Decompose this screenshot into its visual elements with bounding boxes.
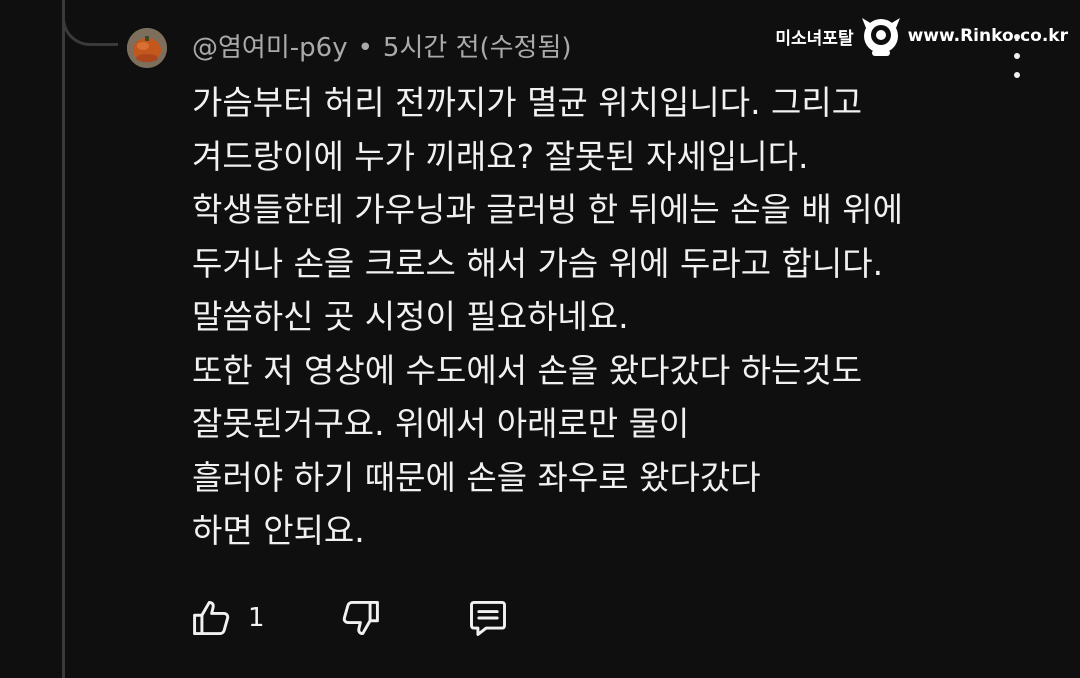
author-name[interactable]: @염여미-p6y xyxy=(192,33,348,63)
reply-button[interactable] xyxy=(466,596,510,640)
comment-line: 또한 저 영상에 수도에서 손을 왔다갔다 하는것도 xyxy=(192,350,863,390)
more-options-button[interactable] xyxy=(1006,34,1028,78)
comment-line: 겨드랑이에 누가 끼래요? 잘못된 자세입니다. xyxy=(192,136,809,176)
comment-line: 하면 안되요. xyxy=(192,511,365,550)
comment-body: 가슴부터 허리 전까지가 멸균 위치입니다. 그리고 겨드랑이에 누가 끼래요?… xyxy=(192,76,1052,558)
thread-line xyxy=(62,0,65,678)
comment-icon xyxy=(470,600,506,636)
avatar[interactable] xyxy=(127,28,167,68)
thumbs-up-icon xyxy=(193,600,230,636)
comment-line: 학생들한테 가우닝과 글러빙 한 뒤에는 손을 배 위에 xyxy=(192,190,903,229)
more-dot-icon xyxy=(1014,53,1020,59)
dislike-button[interactable] xyxy=(338,596,382,640)
comment-line: 두거나 손을 크로스 해서 가슴 위에 두라고 합니다. xyxy=(192,243,884,283)
like-count: 1 xyxy=(248,603,265,633)
watermark-mascot-icon xyxy=(861,18,900,56)
header-separator: • xyxy=(357,33,373,63)
more-dot-icon xyxy=(1014,34,1020,40)
thread-branch-connector xyxy=(62,0,118,46)
comment-line: 말씀하신 곳 시정이 필요하네요. xyxy=(192,297,629,336)
timestamp[interactable]: 5시간 전(수정됨) xyxy=(383,33,572,63)
avatar-image xyxy=(127,28,167,68)
comment-line: 잘못된거구요. 위에서 아래로만 물이 xyxy=(192,404,690,443)
comment-actions: 1 xyxy=(190,596,590,640)
comment-header: @염여미-p6y • 5시간 전(수정됨) xyxy=(192,30,572,66)
like-button[interactable]: 1 xyxy=(190,596,265,640)
thumbs-down-icon xyxy=(342,600,379,636)
comment-line: 가슴부터 허리 전까지가 멸균 위치입니다. 그리고 xyxy=(192,83,863,122)
watermark-left-text: 미소녀포탈 xyxy=(775,28,854,49)
comment-line: 흘러야 하기 때문에 손을 좌우로 왔다갔다 xyxy=(192,457,761,497)
watermark-right-text: www.Rinko.co.kr xyxy=(907,26,1068,46)
